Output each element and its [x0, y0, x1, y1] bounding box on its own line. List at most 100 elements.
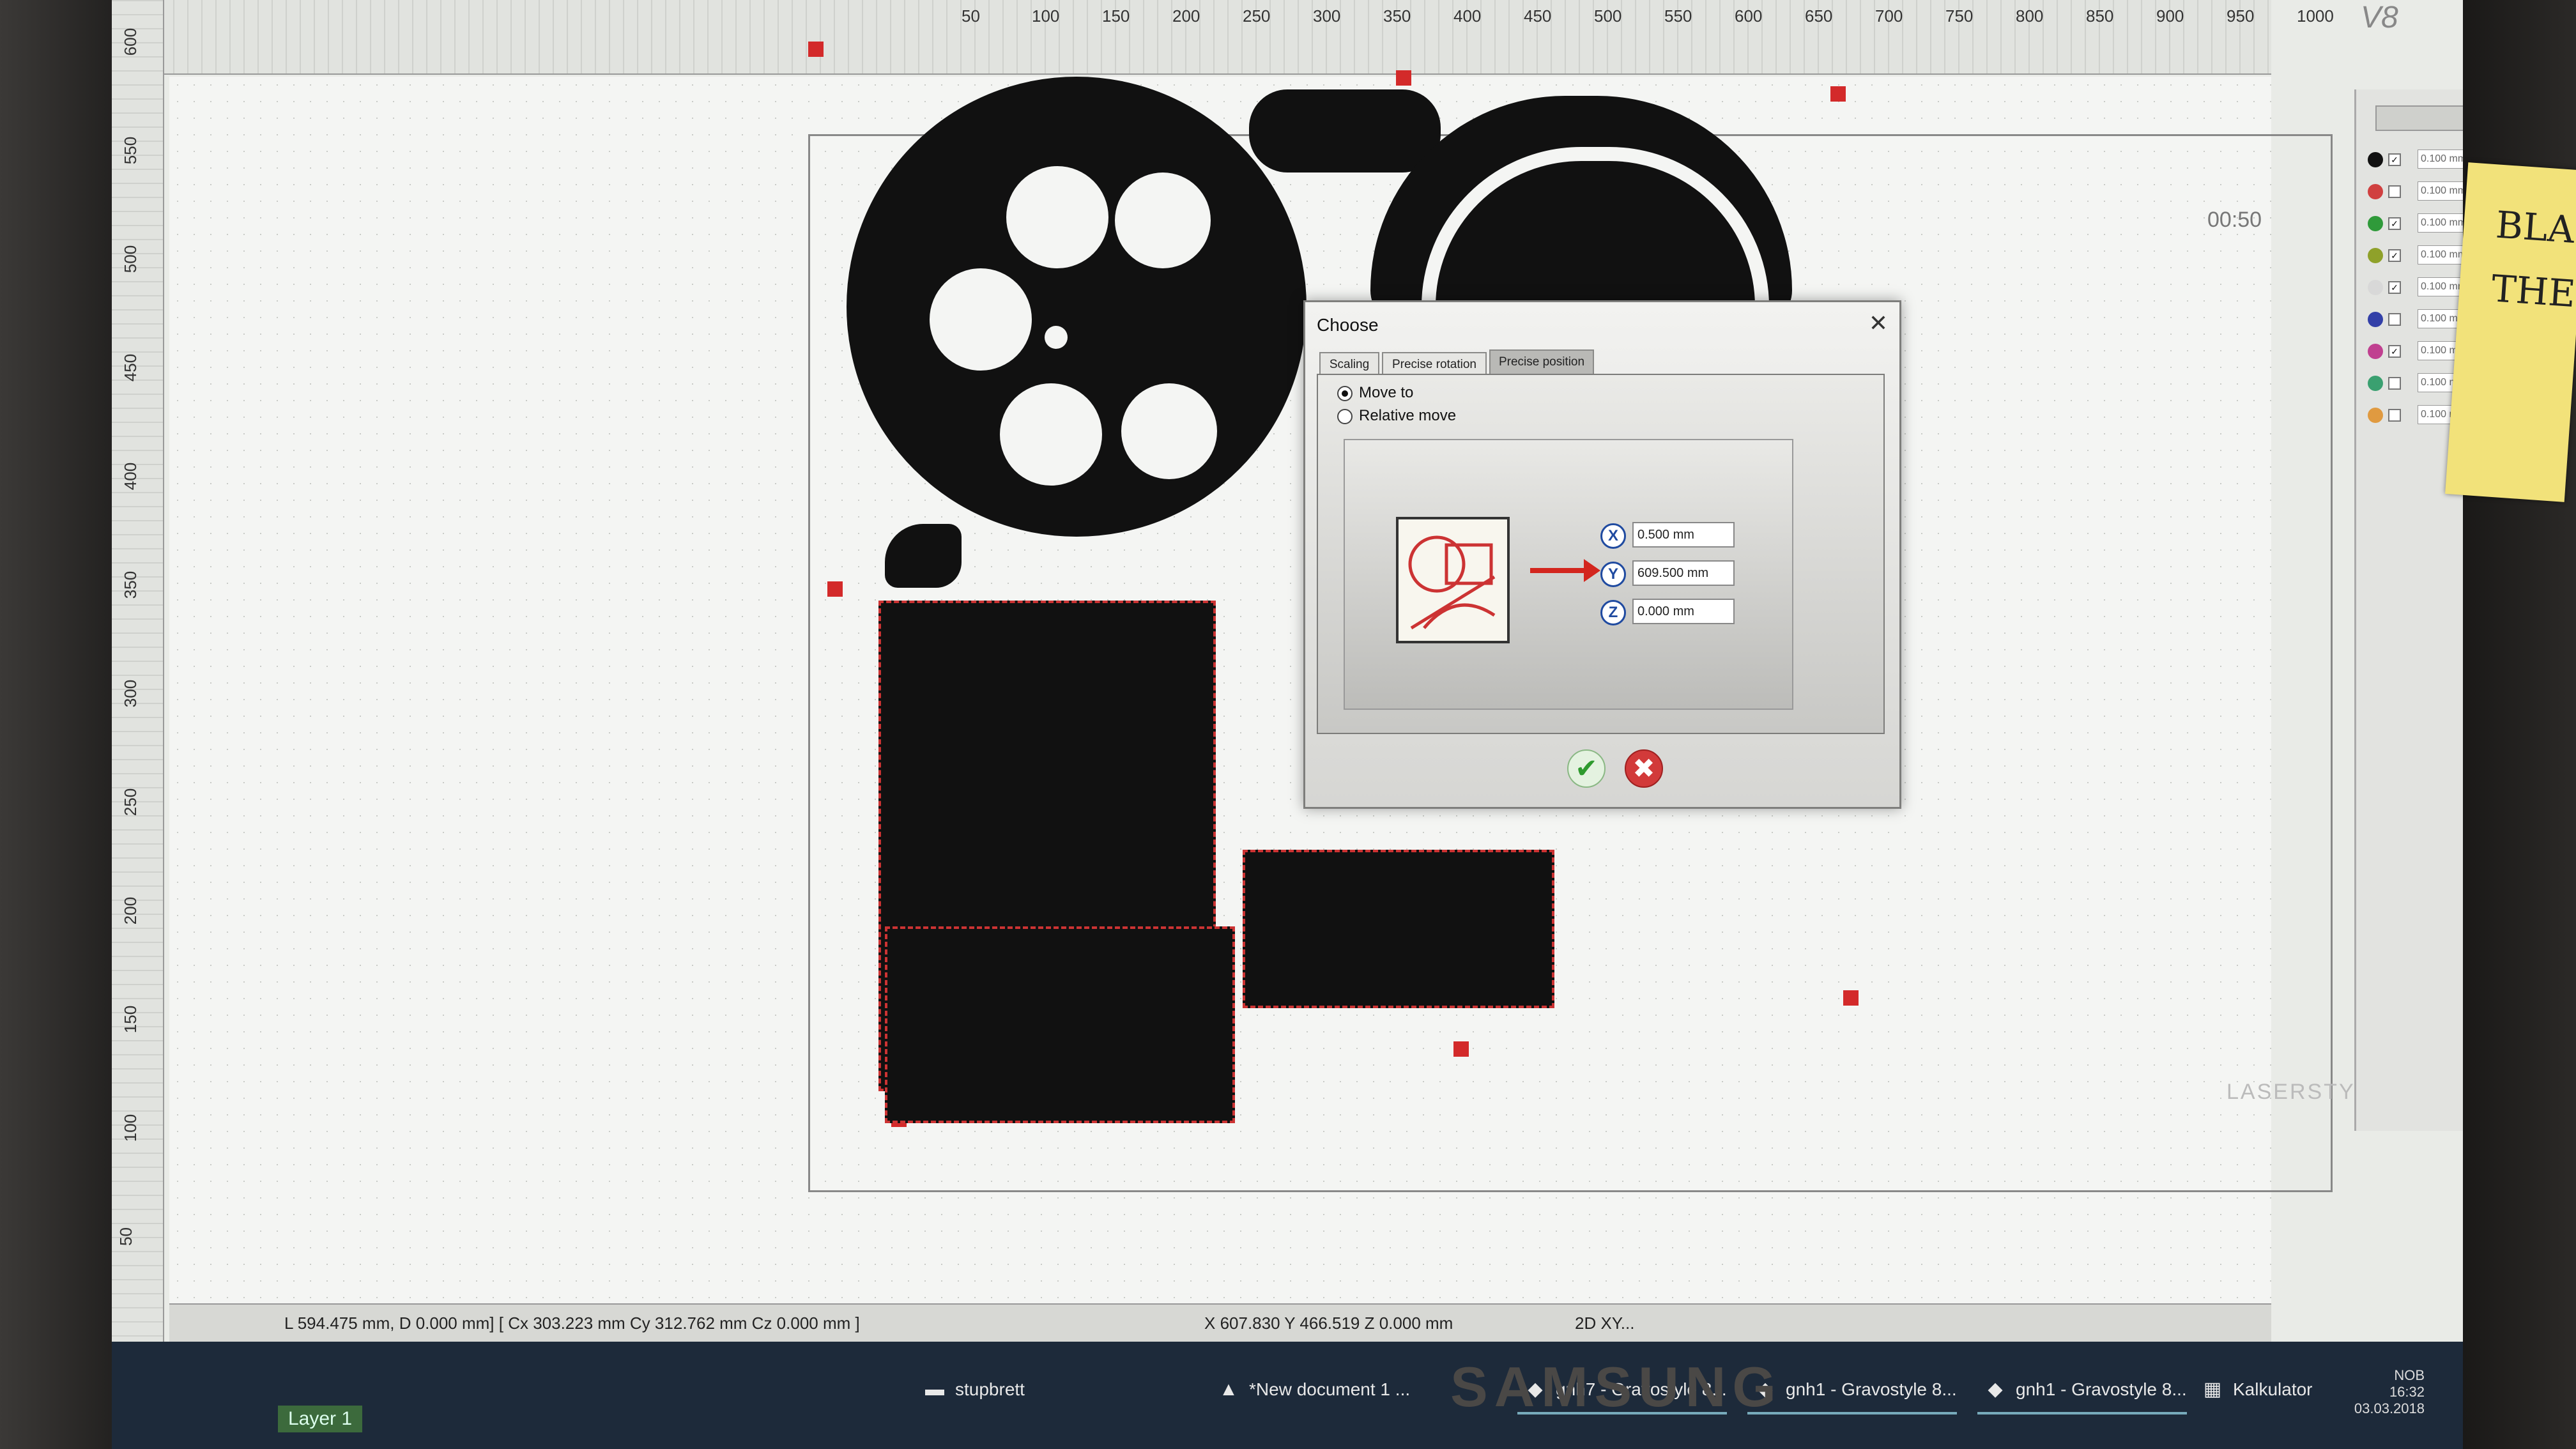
- taskbar-item-label: gnh1 - Gravostyle 8...: [1786, 1379, 1957, 1399]
- z-position-input[interactable]: 0.000 mm: [1632, 599, 1735, 624]
- layer-row[interactable]: ✓ 0.100 mm: [2368, 211, 2463, 236]
- layer-visible-checkbox[interactable]: [2388, 313, 2401, 326]
- selection-handle[interactable]: [827, 581, 843, 597]
- taskbar-item[interactable]: ◆ gnh1 - Gravostyle 8...: [1977, 1367, 2187, 1414]
- layer-row[interactable]: ✓ 0.100 mm: [2368, 339, 2463, 364]
- close-icon[interactable]: ✕: [1869, 310, 1888, 337]
- folder-icon: ▬: [925, 1379, 944, 1400]
- ruler-top-label: 500: [1594, 6, 1622, 26]
- layer-width-input[interactable]: 0.100 mm: [2418, 245, 2463, 264]
- move-to-option[interactable]: Move to: [1337, 384, 1413, 402]
- layer-visible-checkbox[interactable]: ✓: [2388, 281, 2401, 294]
- layer-row[interactable]: ✓ 0.100 mm: [2368, 147, 2463, 172]
- ok-button[interactable]: ✔: [1567, 749, 1606, 788]
- layer-width-input[interactable]: 0.100 mm: [2418, 213, 2463, 233]
- layer-color-swatch[interactable]: [2368, 344, 2383, 359]
- relative-move-label: Relative move: [1359, 407, 1457, 424]
- ruler-left: 600 550 500 450 400 350 300 250 200 150 100 50: [112, 0, 164, 1449]
- choose-dialog: Choose ✕ Scaling Precise rotation Precis…: [1303, 300, 1901, 809]
- layer-width-input[interactable]: 0.100 mm: [2418, 277, 2463, 296]
- z-axis-icon: Z: [1600, 600, 1626, 625]
- selection-handle[interactable]: [1453, 1041, 1469, 1057]
- layer-color-swatch[interactable]: [2368, 280, 2383, 295]
- status-bar: L 594.475 mm, D 0.000 mm] [ Cx 303.223 m…: [169, 1303, 2271, 1343]
- layer-color-swatch[interactable]: [2368, 248, 2383, 263]
- ruler-top-label: 750: [1945, 6, 1974, 26]
- box-side-panel[interactable]: [1243, 850, 1554, 1008]
- layer-toolbar[interactable]: [2375, 105, 2463, 131]
- layer-width-input[interactable]: 0.100 mm: [2418, 181, 2463, 201]
- x-position-input[interactable]: 0.500 mm: [1632, 522, 1735, 548]
- ruler-left-label: 350: [121, 571, 141, 599]
- layer-color-swatch[interactable]: [2368, 376, 2383, 391]
- box-bottom-panel[interactable]: [885, 926, 1235, 1123]
- layer-visible-checkbox[interactable]: [2388, 409, 2401, 422]
- sticky-note-line2: THEN: [2490, 266, 2576, 318]
- screen: 50 100 150 200 250 300 350 400 450 500 550 600 650 70…: [112, 0, 2463, 1449]
- move-to-label: Move to: [1359, 384, 1414, 401]
- y-axis-icon: Y: [1600, 562, 1626, 587]
- ruler-left-label: 550: [121, 136, 141, 165]
- selection-handle[interactable]: [1396, 70, 1411, 86]
- shape-preview-icon: [1396, 517, 1510, 643]
- layer-color-swatch[interactable]: [2368, 312, 2383, 327]
- layer-color-swatch[interactable]: [2368, 408, 2383, 423]
- selection-handle[interactable]: [1843, 990, 1859, 1006]
- layer-visible-checkbox[interactable]: ✓: [2388, 345, 2401, 358]
- dialog-title: Choose: [1317, 315, 1379, 335]
- layer-color-swatch[interactable]: [2368, 152, 2383, 167]
- layer-row[interactable]: 0.100 mm: [2368, 402, 2463, 428]
- layer-visible-checkbox[interactable]: ✓: [2388, 217, 2401, 230]
- layer-row[interactable]: ✓ 0.100 mm: [2368, 243, 2463, 268]
- taskbar-item[interactable]: ▬ stupbrett: [917, 1367, 1025, 1412]
- design-canvas[interactable]: 00:50 LASERSTYLE: [169, 42, 2384, 1418]
- selection-handle[interactable]: [808, 42, 824, 57]
- layer-row[interactable]: 0.100 mm: [2368, 179, 2463, 204]
- layer-width-input[interactable]: 0.100 mm: [2418, 150, 2463, 169]
- taskbar: ▬ stupbrett ▲ *New document 1 ... ◆ gnh7 - Gr…: [112, 1342, 2463, 1449]
- ruler-top-label: 650: [1805, 6, 1833, 26]
- move-to-radio[interactable]: [1337, 385, 1353, 401]
- tray-time[interactable]: 16:32: [2354, 1384, 2425, 1400]
- monitor-brand-label: SAMSUNG: [1450, 1355, 1782, 1418]
- layer-indicator[interactable]: Layer 1: [278, 1406, 363, 1432]
- layer-color-swatch[interactable]: [2368, 184, 2383, 199]
- reel-part[interactable]: [847, 77, 1307, 537]
- calculator-icon: ▦: [2203, 1379, 2222, 1400]
- taskbar-item[interactable]: ▲ *New document 1 ...: [1211, 1367, 1410, 1412]
- layer-visible-checkbox[interactable]: [2388, 185, 2401, 198]
- handle-part[interactable]: [1249, 89, 1441, 172]
- taskbar-item[interactable]: ▦ Kalkulator: [2195, 1367, 2313, 1412]
- layer-visible-checkbox[interactable]: [2388, 377, 2401, 390]
- ruler-top-label: 600: [1735, 6, 1763, 26]
- ruler-top-label: 250: [1243, 6, 1271, 26]
- y-position-input[interactable]: 609.500 mm: [1632, 560, 1735, 586]
- selection-dimensions: L 594.475 mm, D 0.000 mm] [ Cx 303.223 m…: [284, 1314, 860, 1333]
- relative-move-option[interactable]: Relative move: [1337, 407, 1456, 425]
- reel-hole: [1121, 383, 1217, 479]
- position-group: X 0.500 mm Y 609.500 mm Z 0.000 mm: [1344, 439, 1793, 710]
- reel-hole: [1006, 166, 1108, 268]
- ruler-left-label: 100: [121, 1114, 141, 1142]
- layer-row[interactable]: 0.100 mm: [2368, 307, 2463, 332]
- tray-language[interactable]: NOB: [2354, 1367, 2425, 1384]
- ruler-left-label: 200: [121, 896, 141, 925]
- layer-row[interactable]: ✓ 0.100 mm: [2368, 275, 2463, 300]
- ruler-top-label: 950: [2227, 6, 2255, 26]
- layer-color-swatch[interactable]: [2368, 216, 2383, 231]
- relative-move-radio[interactable]: [1337, 408, 1353, 424]
- cursor-coordinates: X 607.830 Y 466.519 Z 0.000 mm: [1204, 1314, 1453, 1333]
- layer-width-input[interactable]: 0.100 mm: [2418, 309, 2463, 328]
- ruler-top-label: 800: [2016, 6, 2044, 26]
- tray-date[interactable]: 03.03.2018: [2354, 1400, 2425, 1417]
- layer-row[interactable]: 0.100 mm: [2368, 371, 2463, 396]
- sticky-note-line1: BLACK: [2494, 203, 2576, 256]
- cancel-button[interactable]: ✖: [1625, 749, 1663, 788]
- selection-handle[interactable]: [1830, 86, 1846, 102]
- layer-visible-checkbox[interactable]: ✓: [2388, 249, 2401, 262]
- ruler-top-label: 400: [1453, 6, 1482, 26]
- layer-visible-checkbox[interactable]: ✓: [2388, 153, 2401, 166]
- taskbar-item-label: *New document 1 ...: [1249, 1379, 1411, 1399]
- system-tray[interactable]: NOB 16:32 03.03.2018: [2354, 1367, 2425, 1417]
- reel-hole: [930, 268, 1032, 371]
